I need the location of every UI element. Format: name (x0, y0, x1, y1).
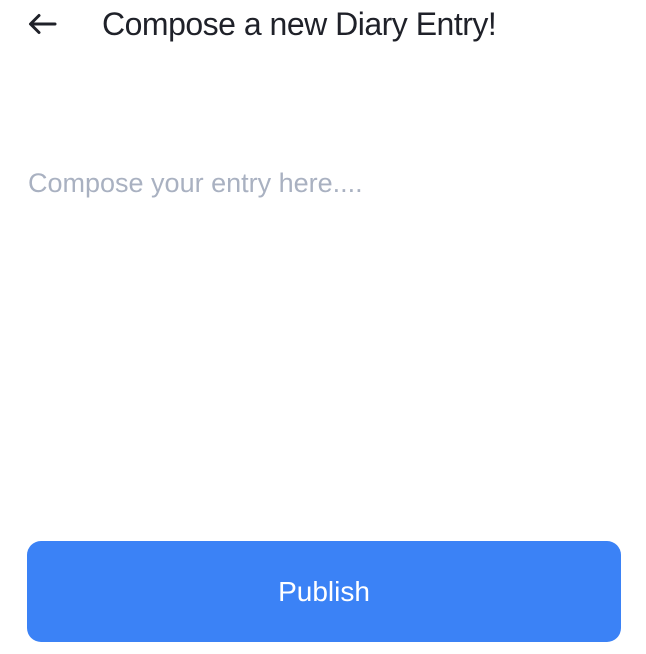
compose-screen: Compose a new Diary Entry! Publish (0, 0, 646, 654)
publish-button-label: Publish (278, 575, 370, 607)
diary-entry-input[interactable] (28, 158, 618, 498)
header: Compose a new Diary Entry! (0, 0, 646, 52)
publish-button[interactable]: Publish (27, 541, 621, 642)
back-button[interactable] (24, 6, 60, 42)
arrow-left-icon (27, 13, 57, 35)
page-title: Compose a new Diary Entry! (102, 6, 497, 42)
